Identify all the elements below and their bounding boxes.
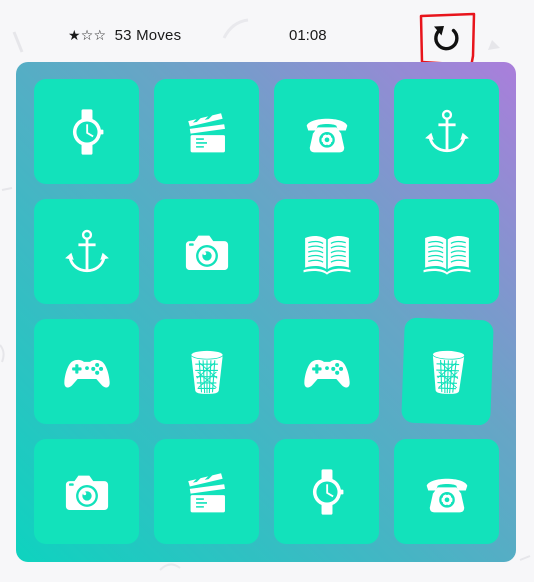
clapperboard-icon — [187, 472, 225, 512]
moves-display: ★☆☆ 53 Moves — [68, 27, 181, 44]
memory-card[interactable] — [274, 79, 379, 184]
book-icon — [423, 235, 470, 275]
memory-card[interactable] — [34, 199, 139, 304]
camera-icon — [185, 235, 228, 270]
memory-card[interactable] — [394, 439, 499, 544]
telephone-icon — [426, 478, 467, 512]
score-panel: ★☆☆ 53 Moves 01:08 — [0, 0, 534, 74]
star-rating: ★☆☆ — [68, 28, 107, 44]
memory-card[interactable] — [274, 439, 379, 544]
watch-icon — [312, 468, 343, 515]
anchor-icon — [64, 229, 109, 272]
memory-card[interactable] — [34, 439, 139, 544]
moves-count: 53 — [114, 27, 132, 44]
memory-card[interactable] — [154, 319, 259, 424]
memory-card[interactable] — [274, 319, 379, 424]
memory-card[interactable] — [34, 319, 139, 424]
book-icon — [303, 235, 350, 275]
memory-card[interactable] — [34, 79, 139, 184]
watch-icon — [72, 108, 103, 155]
telephone-icon — [306, 118, 347, 152]
memory-card[interactable] — [154, 79, 259, 184]
memory-card[interactable] — [394, 199, 499, 304]
memory-card[interactable] — [154, 199, 259, 304]
trash-bin-icon — [190, 350, 223, 394]
anchor-icon — [424, 109, 469, 152]
game-board — [16, 62, 516, 562]
trash-bin-icon — [432, 350, 464, 394]
memory-card[interactable] — [394, 79, 499, 184]
memory-card[interactable] — [154, 439, 259, 544]
gamepad-icon — [63, 359, 110, 387]
memory-card[interactable] — [401, 317, 494, 426]
memory-card[interactable] — [274, 199, 379, 304]
gamepad-icon — [303, 359, 350, 387]
moves-label: Moves — [136, 27, 182, 44]
camera-icon — [65, 475, 108, 510]
clapperboard-icon — [187, 112, 225, 152]
timer: 01:08 — [289, 27, 327, 44]
